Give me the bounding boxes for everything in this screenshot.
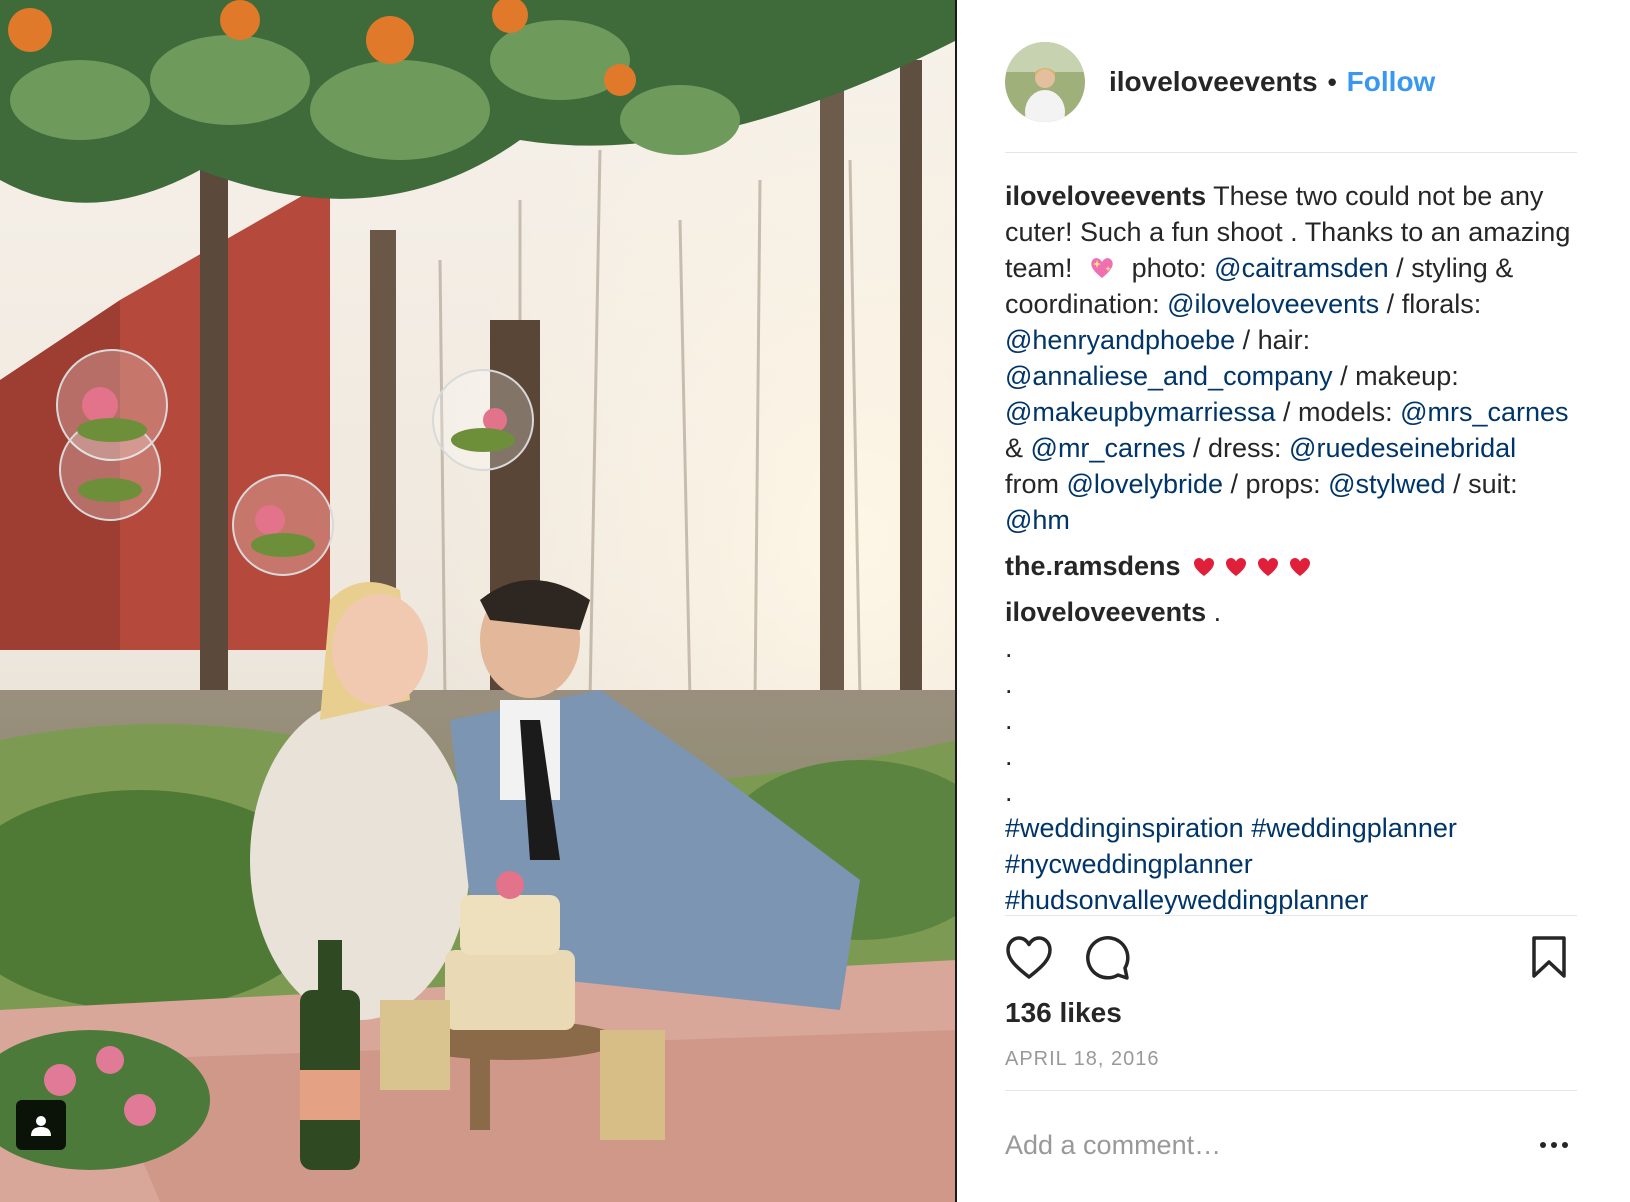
post-actions: [1005, 935, 1577, 985]
mention-link[interactable]: @mr_carnes: [1031, 433, 1186, 463]
caption-models-label: / models:: [1283, 397, 1393, 427]
header-divider: [1005, 152, 1577, 153]
comment-username[interactable]: the.ramsdens: [1005, 551, 1181, 581]
red-heart-emoji-icon: [1258, 558, 1279, 576]
post-side-panel: iloveloveevents • Follow iloveloveevents…: [959, 0, 1630, 1202]
footer-divider: [1005, 1090, 1577, 1091]
caption-slash: /: [1386, 289, 1395, 319]
avatar[interactable]: [1005, 42, 1085, 122]
follow-button[interactable]: Follow: [1347, 66, 1436, 98]
comment-dot-line: .: [1005, 669, 1013, 699]
mention-link[interactable]: @henryandphoebe: [1005, 325, 1235, 355]
caption-florals-label: florals:: [1401, 289, 1482, 319]
caption-ampersand: &: [1005, 433, 1024, 463]
hashtag-link[interactable]: #hudsonvalleyweddingplanner: [1005, 885, 1368, 914]
bookmark-icon[interactable]: [1531, 935, 1567, 979]
mention-link[interactable]: @mrs_carnes: [1400, 397, 1568, 427]
comment-dot-line: .: [1005, 741, 1013, 771]
mention-link[interactable]: @annaliese_and_company: [1005, 361, 1333, 391]
mention-link[interactable]: @stylwed: [1328, 469, 1445, 499]
speech-bubble-icon[interactable]: [1085, 935, 1131, 981]
add-comment-input[interactable]: [1005, 1129, 1505, 1161]
person-icon: [31, 1116, 51, 1136]
caption-props-label: props:: [1245, 469, 1321, 499]
instagram-post: iloveloveevents • Follow iloveloveevents…: [0, 0, 1630, 1202]
post-photo[interactable]: [0, 0, 957, 1202]
caption-photo-label: photo:: [1131, 253, 1207, 283]
avatar-photo: [1005, 42, 1085, 122]
red-heart-emoji-icon: [1290, 558, 1311, 576]
comment-dot-line: .: [1005, 705, 1013, 735]
user-tag-button[interactable]: [16, 1100, 66, 1150]
post-header: iloveloveevents • Follow: [1005, 42, 1565, 122]
red-heart-emoji-icon: [1226, 558, 1247, 576]
comment-dot-line: .: [1005, 633, 1013, 663]
hashtag-link[interactable]: #weddingplanner: [1251, 813, 1457, 843]
wedding-photo-illustration: [0, 0, 955, 1202]
comment-username[interactable]: iloveloveevents: [1005, 597, 1206, 627]
mention-link[interactable]: @lovelybride: [1067, 469, 1223, 499]
caption: iloveloveevents These two could not be a…: [1005, 178, 1577, 538]
caption-suit-label: / suit:: [1453, 469, 1518, 499]
comments-divider: [1005, 915, 1577, 916]
hashtag-link[interactable]: #weddinginspiration: [1005, 813, 1244, 843]
red-heart-emoji-icon: [1194, 558, 1215, 576]
mention-link[interactable]: @ruedeseinebridal: [1289, 433, 1516, 463]
sparkling-heart-icon: [1091, 258, 1113, 278]
caption-dress-label: / dress:: [1193, 433, 1282, 463]
mention-link[interactable]: @caitramsden: [1214, 253, 1388, 283]
ellipsis-icon[interactable]: [1539, 1132, 1569, 1158]
comment-text: .: [1213, 597, 1222, 627]
like-count[interactable]: 136 likes: [1005, 997, 1122, 1029]
post-author-username[interactable]: iloveloveevents: [1109, 66, 1318, 98]
comment-item: the.ramsdens: [1005, 548, 1577, 584]
add-comment-row: [1005, 1110, 1577, 1180]
header-separator: •: [1327, 66, 1337, 97]
hashtag-link[interactable]: #nycweddingplanner: [1005, 849, 1253, 879]
caption-from-label: from: [1005, 469, 1059, 499]
mention-link[interactable]: @hm: [1005, 505, 1070, 535]
mention-link[interactable]: @makeupbymarriessa: [1005, 397, 1276, 427]
comment-dot-line: .: [1005, 777, 1013, 807]
caption-makeup-label: / makeup:: [1340, 361, 1459, 391]
heart-outline-icon[interactable]: [1005, 935, 1053, 981]
comment-item: iloveloveevents . . . . . . #weddinginsp…: [1005, 594, 1577, 914]
post-date[interactable]: APRIL 18, 2016: [1005, 1048, 1159, 1071]
caption-hair-label: / hair:: [1242, 325, 1311, 355]
heart-emoji-group: [1188, 551, 1316, 581]
mention-link[interactable]: @iloveloveevents: [1167, 289, 1379, 319]
caption-slash: /: [1396, 253, 1404, 283]
caption-username[interactable]: iloveloveevents: [1005, 181, 1206, 211]
caption-slash: /: [1230, 469, 1239, 499]
comments-list[interactable]: iloveloveevents These two could not be a…: [1005, 178, 1577, 914]
